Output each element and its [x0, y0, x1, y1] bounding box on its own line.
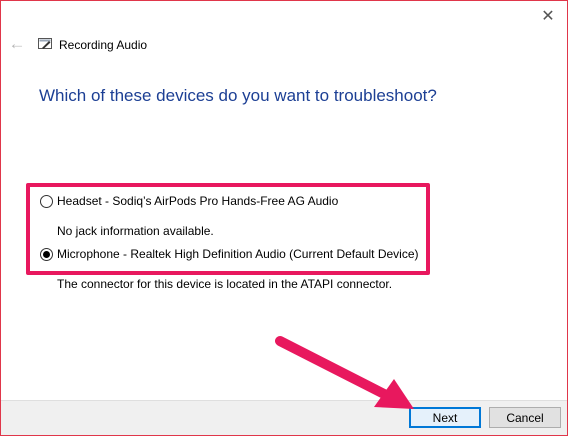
page-heading: Which of these devices do you want to tr… [39, 86, 437, 105]
window-title: Recording Audio [59, 38, 148, 52]
troubleshooter-icon [38, 38, 52, 49]
troubleshooter-window: ✕ ← Recording Audio Which of these devic… [0, 0, 568, 436]
back-button[interactable]: ← [8, 35, 26, 53]
annotation-highlight-box [26, 183, 430, 275]
back-arrow-icon: ← [8, 34, 26, 53]
close-icon: ✕ [541, 8, 555, 25]
button-bar: Next Cancel [1, 400, 567, 435]
cancel-button[interactable]: Cancel [489, 407, 561, 428]
next-button[interactable]: Next [409, 407, 481, 428]
close-button[interactable]: ✕ [535, 5, 561, 27]
device-description-microphone: The connector for this device is located… [57, 277, 393, 291]
